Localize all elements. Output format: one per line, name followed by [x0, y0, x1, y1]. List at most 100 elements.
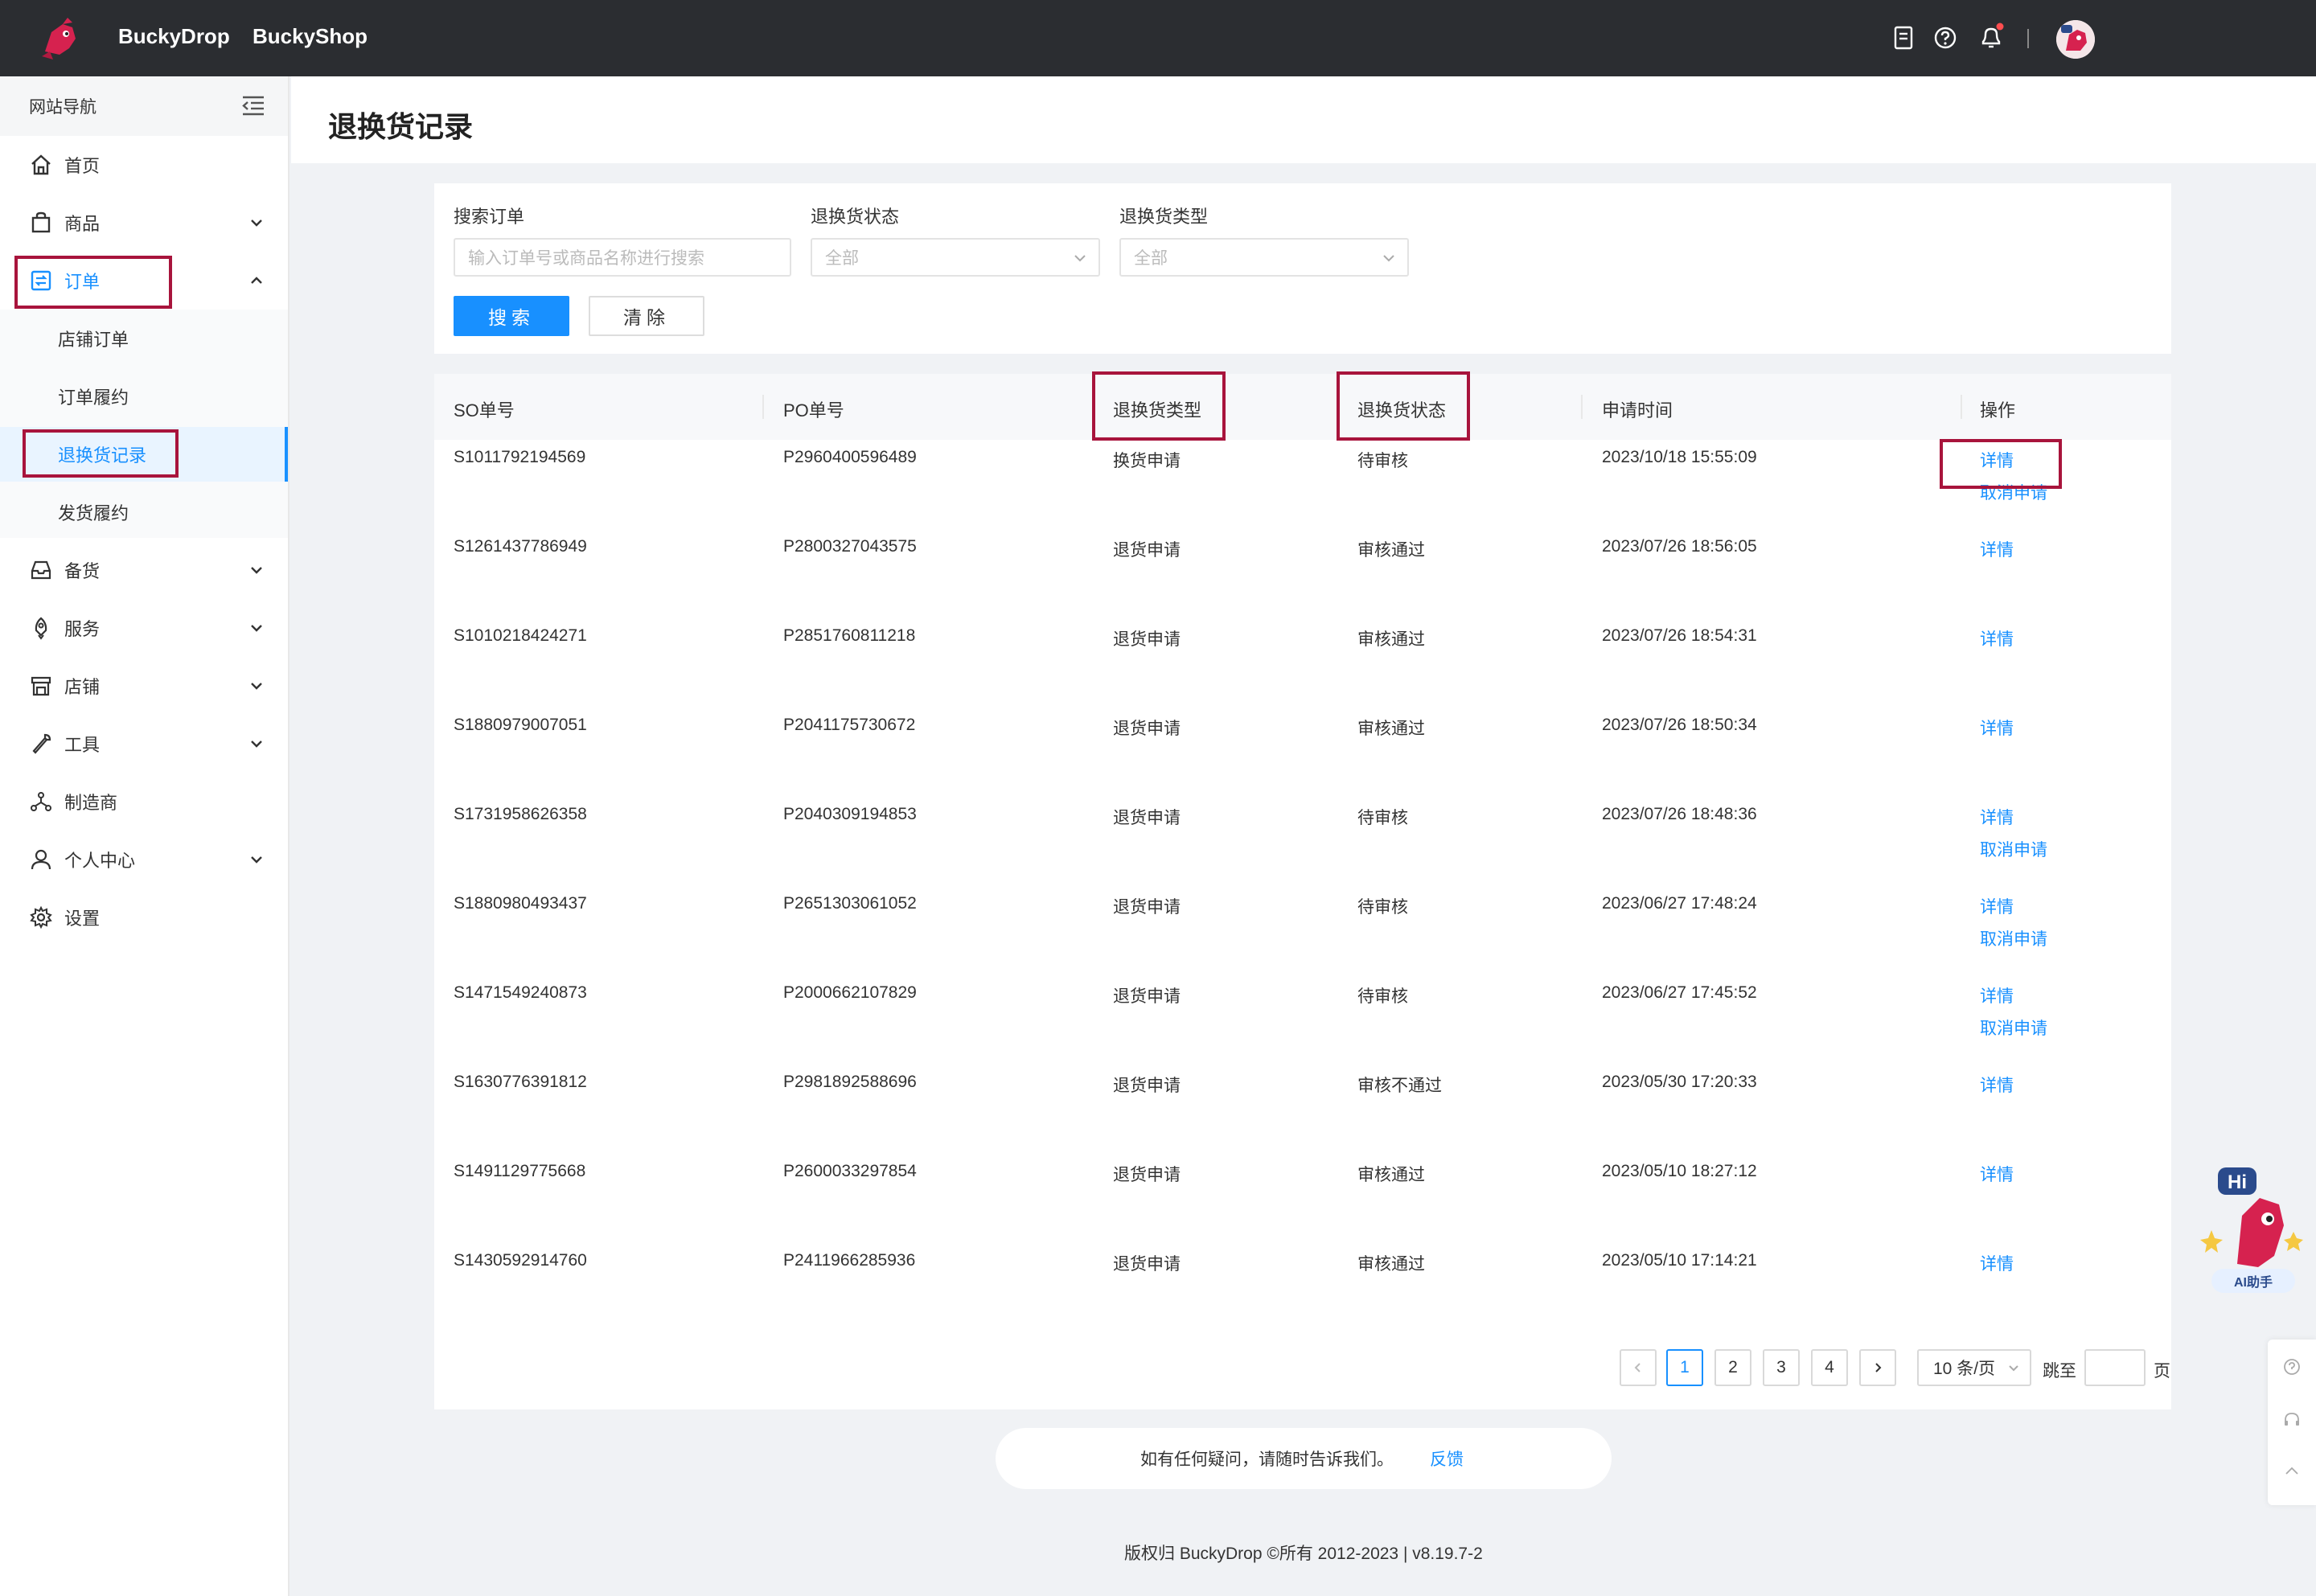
cell-po-number: P2851760811218 — [783, 626, 916, 645]
sidebar-item-products[interactable]: 商品 — [0, 195, 288, 250]
buckydrop-logo[interactable] — [35, 16, 80, 63]
sidebar-item-manufacturers[interactable]: 制造商 — [0, 774, 288, 829]
user-avatar[interactable] — [2056, 20, 2095, 59]
cell-return-type: 退货申请 — [1113, 987, 1181, 1006]
column-header-time: 申请时间 — [1602, 400, 1673, 421]
search-button[interactable]: 搜索 — [454, 296, 569, 336]
top-bar: BuckyDrop BuckyShop — [0, 0, 2316, 76]
headset-icon[interactable] — [2282, 1410, 2302, 1430]
cell-po-number: P2651303061052 — [783, 894, 917, 913]
chevron-down-icon — [251, 567, 262, 574]
prev-page-button[interactable] — [1620, 1349, 1657, 1386]
page-button-4[interactable]: 4 — [1811, 1349, 1848, 1386]
cell-return-status: 待审核 — [1357, 452, 1408, 470]
ai-assistant-widget[interactable]: Hi AI助手 — [2200, 1167, 2306, 1296]
returns-table: SO单号 PO单号 退换货类型 退换货状态 申请时间 操作 S101179219… — [434, 374, 2171, 1409]
sidebar-subitem-shipping-fulfillment[interactable]: 发货履约 — [0, 485, 288, 540]
cell-return-type: 退货申请 — [1113, 1255, 1181, 1274]
type-select-value: 全部 — [1134, 249, 1168, 268]
jump-page-input[interactable] — [2084, 1349, 2146, 1386]
footer-copyright: 版权归 BuckyDrop ©所有 2012-2023 | v8.19.7-2 — [1124, 1545, 1483, 1563]
status-select[interactable]: 全部 — [811, 238, 1100, 277]
cell-apply-time: 2023/07/26 18:54:31 — [1602, 626, 1757, 645]
detail-link[interactable]: 详情 — [1980, 983, 2047, 1007]
cancel-request-link[interactable]: 取消申请 — [1980, 837, 2047, 861]
cell-actions: 详情 取消申请 — [1980, 894, 2047, 950]
sidebar-item-tools[interactable]: 工具 — [0, 716, 288, 771]
detail-link[interactable]: 详情 — [1980, 537, 2014, 561]
feedback-link[interactable]: 反馈 — [1430, 1446, 1464, 1471]
rocket-icon — [35, 617, 47, 640]
detail-link[interactable]: 详情 — [1980, 805, 2047, 829]
shopping-bag-icon — [31, 211, 51, 233]
feedback-text: 如有任何疑问，请随时告诉我们。 — [1140, 1450, 1394, 1469]
back-to-top-icon[interactable] — [2282, 1462, 2302, 1481]
cell-po-number: P2040309194853 — [783, 805, 917, 823]
detail-link[interactable]: 详情 — [1980, 626, 2014, 650]
detail-link[interactable]: 详情 — [1980, 1073, 2014, 1097]
clear-button[interactable]: 清除 — [589, 296, 704, 336]
collapse-menu-icon[interactable] — [241, 94, 265, 117]
cell-apply-time: 2023/07/26 18:48:36 — [1602, 805, 1757, 823]
sidebar-item-stock[interactable]: 备货 — [0, 543, 288, 597]
store-icon — [31, 676, 51, 696]
cell-return-type: 退货申请 — [1113, 630, 1181, 649]
help-icon[interactable] — [1933, 26, 1957, 50]
filter-card: 搜索订单 输入订单号或商品名称进行搜索 退换货状态 全部 退换货类型 全部 搜索… — [434, 183, 2171, 354]
document-icon[interactable] — [1893, 26, 1914, 50]
nav-buckyshop[interactable]: BuckyShop — [253, 24, 368, 49]
cell-po-number: P2800327043575 — [783, 537, 917, 556]
cell-so-number: S1880979007051 — [454, 716, 587, 734]
sidebar-item-profile[interactable]: 个人中心 — [0, 832, 288, 887]
sidebar-item-stores[interactable]: 店铺 — [0, 659, 288, 713]
cell-return-type: 换货申请 — [1113, 452, 1181, 470]
notification-bell-icon[interactable] — [1978, 23, 2006, 50]
cell-actions: 详情 取消申请 — [1980, 805, 2047, 861]
chevron-down-icon — [251, 625, 262, 632]
page-button-2[interactable]: 2 — [1714, 1349, 1751, 1386]
cancel-request-link[interactable]: 取消申请 — [1980, 926, 2047, 950]
type-select[interactable]: 全部 — [1119, 238, 1409, 277]
sidebar-subitem-order-fulfillment[interactable]: 订单履约 — [0, 369, 288, 424]
detail-link[interactable]: 详情 — [1980, 716, 2014, 740]
status-label: 退换货状态 — [811, 207, 900, 227]
cell-return-status: 待审核 — [1357, 898, 1408, 917]
page-size-select[interactable]: 10 条/页 — [1917, 1349, 2031, 1386]
page-button-3[interactable]: 3 — [1763, 1349, 1800, 1386]
ai-badge-text: Hi — [2228, 1171, 2247, 1193]
cell-apply-time: 2023/05/30 17:20:33 — [1602, 1073, 1757, 1091]
cell-return-status: 待审核 — [1357, 809, 1408, 827]
page-button-1[interactable]: 1 — [1666, 1349, 1703, 1386]
sidebar-item-services[interactable]: 服务 — [0, 601, 288, 655]
table-row: S1630776391812 P2981892588696 退货申请 审核不通过 202… — [434, 1073, 2171, 1162]
detail-link[interactable]: 详情 — [1980, 1251, 2014, 1275]
search-input[interactable]: 输入订单号或商品名称进行搜索 — [454, 238, 791, 277]
wrench-icon — [32, 733, 51, 754]
sidebar-subitem-store-orders[interactable]: 店铺订单 — [0, 311, 288, 366]
network-icon — [31, 792, 51, 811]
sidebar-item-home[interactable]: 首页 — [0, 137, 288, 192]
cell-so-number: S1731958626358 — [454, 805, 587, 823]
column-header-actions: 操作 — [1980, 400, 2016, 421]
detail-link[interactable]: 详情 — [1980, 1162, 2014, 1186]
cell-return-status: 待审核 — [1357, 987, 1408, 1006]
sidebar-item-settings[interactable]: 设置 — [0, 890, 288, 945]
page-suffix: 页 — [2154, 1362, 2170, 1381]
cancel-request-link[interactable]: 取消申请 — [1980, 1015, 2047, 1040]
home-icon — [31, 154, 51, 175]
sidebar-title: 网站导航 — [29, 98, 96, 117]
cell-apply-time: 2023/07/26 18:50:34 — [1602, 716, 1757, 734]
column-header-po: PO单号 — [783, 400, 844, 421]
help-icon[interactable] — [2282, 1357, 2302, 1376]
detail-link[interactable]: 详情 — [1980, 894, 2047, 918]
cell-return-type: 退货申请 — [1113, 1166, 1181, 1184]
chevron-down-icon — [251, 856, 262, 864]
jump-label: 跳至 — [2043, 1362, 2076, 1381]
nav-buckydrop[interactable]: BuckyDrop — [118, 24, 230, 49]
next-page-button[interactable] — [1859, 1349, 1896, 1386]
chevron-right-icon — [1875, 1363, 1882, 1372]
sidebar-item-label: 制造商 — [64, 793, 118, 813]
cell-return-status: 审核通过 — [1357, 541, 1425, 560]
cell-so-number: S1261437786949 — [454, 537, 587, 556]
sidebar-item-label: 首页 — [64, 156, 101, 176]
